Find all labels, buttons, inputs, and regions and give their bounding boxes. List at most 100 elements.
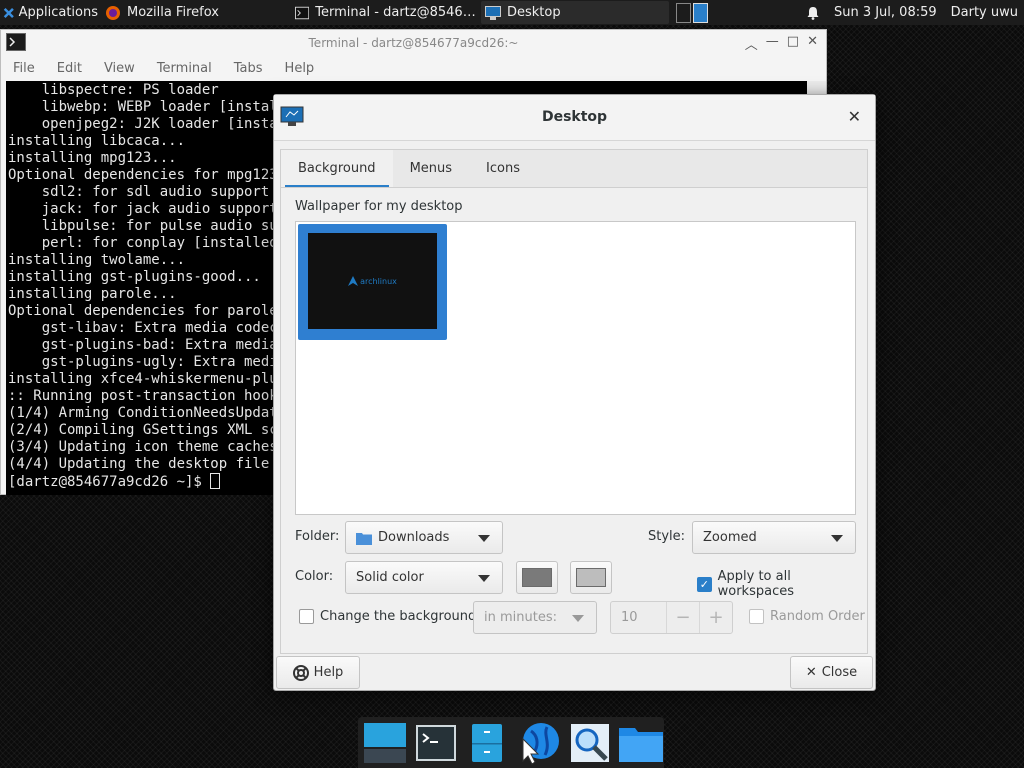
notification-bell-icon[interactable] [806,6,820,20]
workspace-switcher[interactable] [676,1,710,24]
tab-menus[interactable]: Menus [393,150,469,187]
dialog-title: Desktop [541,109,608,125]
terminal-menubar: File Edit View Terminal Tabs Help [1,56,826,80]
menu-edit[interactable]: Edit [57,61,82,76]
arch-logo-icon [348,276,359,286]
menu-view[interactable]: View [104,61,135,76]
apply-all-workspaces-label: Apply to all workspaces [717,569,794,599]
folder-label: Folder: [295,529,340,544]
top-panel: Applications Mozilla Firefox Terminal - … [0,0,1024,25]
close-icon[interactable]: ✕ [848,107,861,126]
tab-icons[interactable]: Icons [469,150,537,187]
dock [358,717,664,768]
folder-value: Downloads [378,530,450,545]
apply-all-workspaces-checkbox[interactable]: ✓ Apply to all workspaces [697,569,867,599]
folder-icon [356,532,372,545]
help-label: Help [313,665,344,680]
taskbar-desktop-label: Desktop [507,5,561,20]
tab-background[interactable]: Background [281,150,393,188]
workspace-2[interactable] [693,2,708,23]
close-icon: ✕ [805,665,817,680]
dock-show-desktop[interactable] [362,720,407,766]
dock-file-manager[interactable] [619,720,664,766]
change-background-label: Change the background [320,609,477,624]
chevron-down-icon [478,535,490,542]
help-lifebuoy-icon [292,664,309,681]
close-icon[interactable]: ✕ [807,34,818,53]
interval-spinbutton[interactable]: 10 − + [610,601,733,634]
change-background-checkbox[interactable]: Change the background [299,609,476,624]
search-icon [570,723,609,762]
tab-bar: Background Menus Icons [280,149,868,188]
settings-notebook: Background Menus Icons Wallpaper for my … [280,149,868,654]
color-style-combo[interactable]: Solid color [345,561,503,594]
dialog-header[interactable]: Desktop ✕ [274,95,875,141]
decrement-icon[interactable]: − [666,602,699,633]
user-menu[interactable]: Darty uwu [951,5,1018,20]
primary-color-button[interactable] [516,561,558,594]
menu-file[interactable]: File [13,61,35,76]
interval-unit-combo[interactable]: in minutes: [473,601,597,634]
taskbar-desktop[interactable]: Desktop [481,1,669,24]
desktop-settings-icon [485,5,501,20]
applications-menu-button[interactable]: Applications [0,0,98,25]
checkbox-checked-icon: ✓ [697,576,712,592]
taskbar-firefox[interactable]: Mozilla Firefox [101,1,289,24]
taskbar-terminal-label: Terminal - dartz@854677a... [315,5,479,20]
help-button[interactable]: Help [276,656,360,689]
taskbar-firefox-label: Mozilla Firefox [127,5,219,20]
background-tab-page: Wallpaper for my desktop archlinux Folde… [280,187,868,654]
minimize-icon[interactable]: — [766,34,779,53]
menu-terminal[interactable]: Terminal [157,61,212,76]
web-browser-icon [522,722,559,765]
style-value: Zoomed [703,530,757,545]
interval-unit-value: in minutes: [484,610,557,625]
wallpaper-list[interactable]: archlinux [295,221,856,515]
checkbox-unchecked-icon [299,609,314,624]
random-order-label: Random Order [770,609,865,624]
terminal-prompt: [dartz@854677a9cd26 ~]$ [8,474,211,490]
folder-combo[interactable]: Downloads [345,521,503,554]
xfce-logo-icon [3,7,14,18]
clock[interactable]: Sun 3 Jul, 08:59 [834,5,937,20]
primary-color-swatch [522,568,552,587]
wallpaper-preview: archlinux [308,233,437,329]
secondary-color-swatch [576,568,606,587]
chevron-down-icon [478,575,490,582]
wallpaper-logo-text: archlinux [360,276,397,286]
terminal-icon [415,724,456,761]
checkbox-unchecked-icon [749,609,764,624]
wallpaper-thumbnail-selected[interactable]: archlinux [298,224,447,340]
increment-icon[interactable]: + [699,602,732,633]
file-cabinet-icon [472,723,503,762]
shade-icon[interactable]: ︿ [745,34,758,53]
workspace-1[interactable] [676,2,691,23]
terminal-icon [295,6,310,19]
desktop-settings-dialog: Desktop ✕ Background Menus Icons Wallpap… [273,94,876,691]
terminal-cursor [210,473,221,489]
style-label: Style: [648,529,686,544]
maximize-icon[interactable]: □ [787,34,799,53]
wallpaper-label: Wallpaper for my desktop [295,199,463,214]
style-combo[interactable]: Zoomed [692,521,856,554]
dock-search[interactable] [567,720,612,766]
random-order-checkbox[interactable]: Random Order [749,609,865,624]
dock-web-browser[interactable] [516,720,561,766]
menu-tabs[interactable]: Tabs [234,61,263,76]
terminal-titlebar[interactable]: Terminal - dartz@854677a9cd26:~ ︿ — □ ✕ [1,30,826,56]
show-desktop-icon [363,722,406,763]
chevron-down-icon [831,535,843,542]
dock-terminal[interactable] [413,720,458,766]
close-button[interactable]: ✕ Close [790,656,873,689]
dock-file-cabinet[interactable] [465,720,510,766]
interval-value: 10 [621,610,638,625]
applications-label: Applications [18,5,98,20]
menu-help[interactable]: Help [285,61,315,76]
secondary-color-button[interactable] [570,561,612,594]
color-style-value: Solid color [356,570,424,585]
close-label: Close [821,665,858,680]
color-label: Color: [295,569,334,584]
taskbar-terminal[interactable]: Terminal - dartz@854677a... [291,1,479,24]
chevron-down-icon [572,615,584,622]
folder-icon [619,727,664,762]
